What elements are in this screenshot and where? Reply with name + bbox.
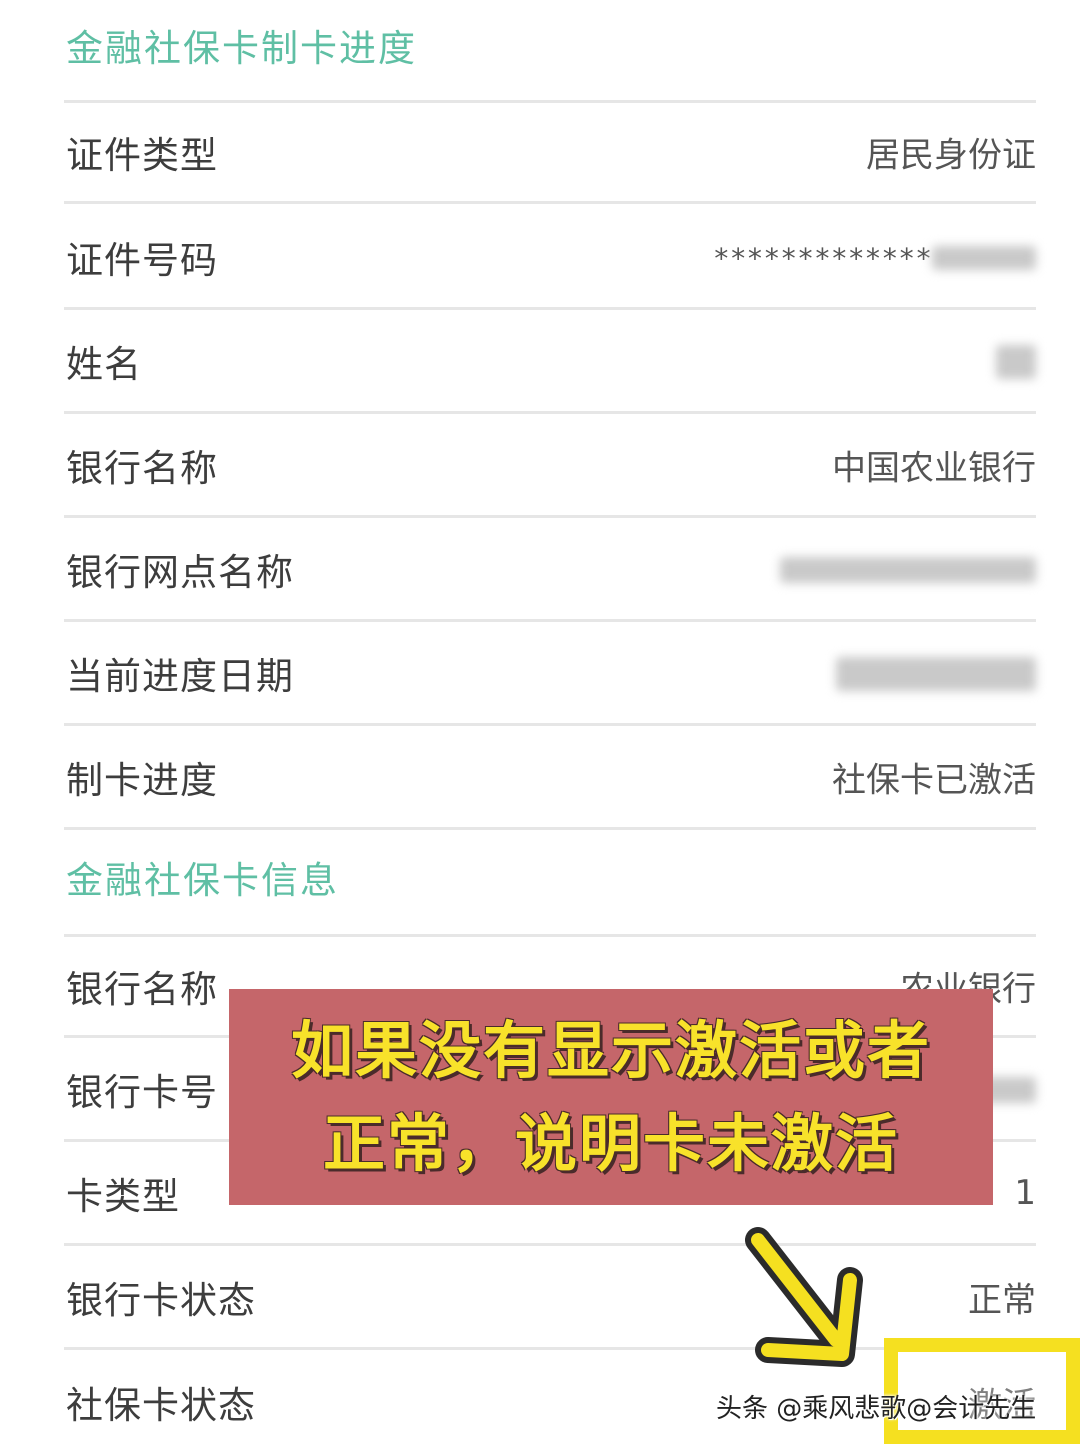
watermark: 头条 @乘风悲歌@会计先生 xyxy=(716,1394,1037,1424)
row-label: 银行名称 xyxy=(66,446,218,490)
row-label: 姓名 xyxy=(66,342,142,386)
annotation-banner: 如果没有显示激活或者 正常，说明卡未激活 xyxy=(229,989,993,1205)
annotation-line-1: 如果没有显示激活或者 xyxy=(290,1014,931,1087)
row-card-progress: 制卡进度 社保卡已激活 xyxy=(64,726,1036,830)
arrow-down-right-icon xyxy=(745,1227,863,1367)
row-label: 当前进度日期 xyxy=(66,654,294,698)
annotation-line-2: 正常，说明卡未激活 xyxy=(322,1107,899,1180)
blurred-redaction xyxy=(996,345,1036,379)
section-title-progress: 金融社保卡制卡进度 xyxy=(66,27,417,70)
row-bank-card-status: 银行卡状态 正常 xyxy=(64,1246,1036,1350)
blurred-redaction xyxy=(780,557,1036,583)
row-value-redacted xyxy=(780,549,1036,589)
row-value-redacted xyxy=(836,653,1036,693)
row-label: 卡类型 xyxy=(66,1174,180,1218)
row-value: 正常 xyxy=(968,1280,1036,1320)
row-value-masked: ************* xyxy=(713,237,1036,277)
row-value: 中国农业银行 xyxy=(832,448,1036,488)
section-title-card-info: 金融社保卡信息 xyxy=(66,859,339,902)
row-name: 姓名 xyxy=(64,310,1036,414)
masked-id-text: ************* xyxy=(712,241,932,275)
row-label: 社保卡状态 xyxy=(66,1384,256,1427)
blurred-redaction xyxy=(932,246,1036,270)
row-bank-name: 银行名称 中国农业银行 xyxy=(64,414,1036,518)
row-progress-date: 当前进度日期 xyxy=(64,622,1036,726)
row-label: 证件号码 xyxy=(66,238,218,282)
row-id-type: 证件类型 居民身份证 xyxy=(64,100,1036,204)
row-label: 银行卡号 xyxy=(66,1070,218,1114)
row-label: 银行卡状态 xyxy=(66,1278,256,1322)
row-value: 居民身份证 xyxy=(866,135,1036,176)
row-label: 银行网点名称 xyxy=(66,550,294,594)
row-label: 制卡进度 xyxy=(66,758,218,802)
row-branch-name: 银行网点名称 xyxy=(64,518,1036,622)
row-value: 社保卡已激活 xyxy=(832,760,1036,800)
row-label: 证件类型 xyxy=(66,134,218,177)
row-label: 银行名称 xyxy=(66,968,218,1011)
row-id-number: 证件号码 ************* xyxy=(64,206,1036,310)
blurred-redaction xyxy=(836,657,1036,691)
row-value-redacted xyxy=(996,341,1036,381)
row-value: 1 xyxy=(1014,1172,1036,1213)
